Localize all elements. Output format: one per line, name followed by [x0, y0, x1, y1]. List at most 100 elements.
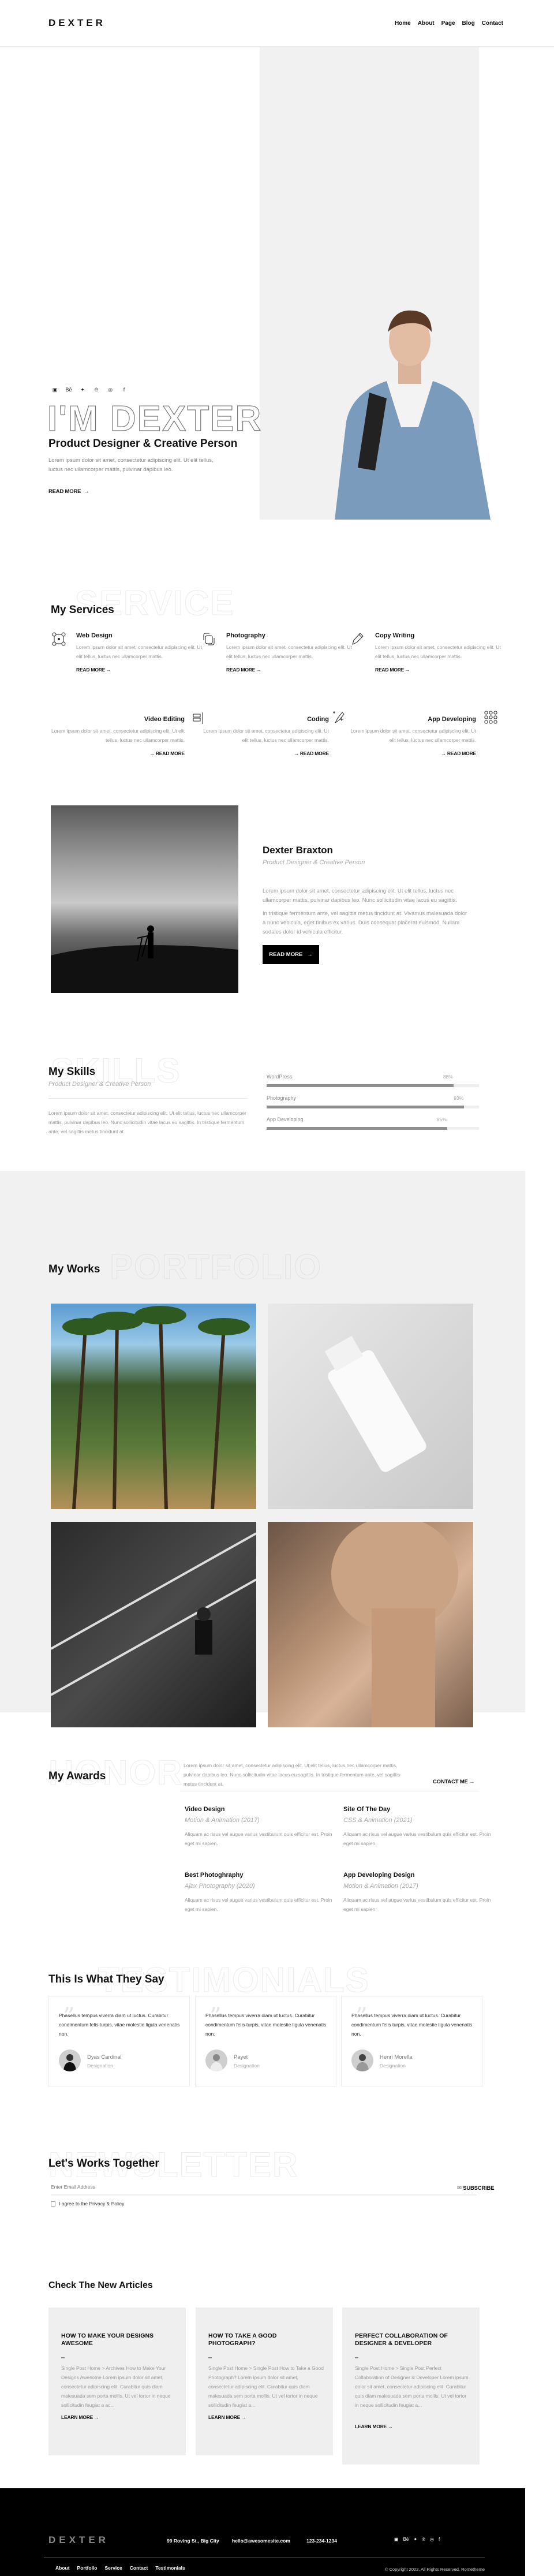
behance-icon[interactable]: Bē — [65, 386, 73, 394]
email-underline — [51, 2194, 477, 2196]
facebook-icon[interactable]: f — [120, 386, 128, 394]
skills-text: Lorem ipsum dolor sit amet, consectetur … — [48, 1110, 246, 1134]
skill-bar-track — [267, 1127, 479, 1130]
service-app-developing: App Developing Lorem ipsum dolor sit ame… — [346, 711, 499, 756]
avatar — [205, 2049, 227, 2071]
work-white-bottle[interactable] — [268, 1304, 473, 1509]
footer-phone[interactable]: 123-234-1234 — [306, 2538, 337, 2544]
footer-link-about[interactable]: About — [55, 2565, 70, 2571]
skills-title: My Skills — [48, 1066, 96, 1078]
skill-label: App Developing — [267, 1117, 304, 1122]
article-card[interactable]: HOW TO MAKE YOUR DESIGNS AWESOME Single … — [48, 2308, 186, 2455]
about-role: Product Designer & Creative Person — [263, 859, 365, 866]
service-text: Lorem ipsum dolor sit amet, consectetur … — [226, 644, 352, 659]
nav-contact[interactable]: Contact — [482, 20, 503, 27]
service-title: App Developing — [428, 716, 476, 723]
skill-bar-track — [267, 1106, 479, 1108]
youtube-icon[interactable]: ▣ — [51, 386, 59, 394]
service-read-more[interactable]: → READ MORE — [49, 751, 185, 756]
testimonial-designation: Designation — [87, 2063, 113, 2069]
article-title[interactable]: HOW TO TAKE A GOOD PHOTOGRAPH? — [208, 2332, 324, 2347]
service-read-more[interactable]: → READ MORE — [199, 751, 329, 756]
about-paragraph-2: In tristique fermentum ante, vel sagitti… — [263, 910, 467, 935]
learn-more-link[interactable]: LEARN MORE → — [61, 2414, 99, 2420]
testimonials-title: This Is What They Say — [48, 1973, 164, 1985]
contact-me-link[interactable]: CONTACT ME → — [433, 1779, 475, 1785]
skill-bar-fill — [267, 1084, 454, 1087]
mail-icon: ✉ — [457, 2185, 463, 2192]
nav-home[interactable]: Home — [395, 20, 411, 27]
service-title: Web Design — [76, 632, 113, 639]
web-design-icon — [52, 632, 66, 646]
dribbble-icon[interactable]: ◎ — [430, 2537, 434, 2542]
coding-icon — [333, 711, 345, 723]
behance-icon[interactable]: Bē — [403, 2537, 409, 2542]
pinterest-icon[interactable]: ℗ — [92, 386, 100, 394]
works-ghost-text: PORTFOLIO — [110, 1248, 322, 1287]
awards-title: My Awards — [48, 1770, 106, 1782]
nav-page[interactable]: Page — [441, 20, 455, 27]
skill-bar-fill — [267, 1127, 447, 1130]
facebook-icon[interactable]: f — [439, 2537, 440, 2542]
site-logo[interactable]: DEXTER — [48, 17, 106, 29]
skill-2: App Developing 85% — [267, 1117, 479, 1130]
twitter-icon[interactable]: ✦ — [413, 2537, 417, 2542]
footer-links: About Portfolio Service Contact Testimon… — [55, 2565, 185, 2571]
about-photo — [51, 805, 238, 993]
privacy-checkbox[interactable] — [51, 2201, 55, 2207]
service-text: Lorem ipsum dolor sit amet, consectetur … — [350, 728, 476, 743]
work-man-on-road[interactable] — [50, 1522, 257, 1727]
article-card[interactable]: PERFECT COLLABORATION OF DESIGNER & DEVE… — [342, 2308, 480, 2465]
article-excerpt: Single Post Home > Single Post How to Ta… — [208, 2365, 324, 2408]
service-text: Lorem ipsum dolor sit amet, consectetur … — [51, 728, 185, 743]
apps-grid-icon — [484, 711, 497, 724]
article-title[interactable]: HOW TO MAKE YOUR DESIGNS AWESOME — [61, 2332, 177, 2347]
skill-1: Photography 93% — [267, 1095, 479, 1108]
skill-bar-track — [267, 1084, 479, 1087]
footer-email[interactable]: hello@awesomesite.com — [232, 2538, 290, 2544]
awards-text: Lorem ipsum dolor sit amet, consectetur … — [184, 1763, 400, 1787]
service-read-more[interactable]: → READ MORE — [346, 751, 476, 756]
article-card[interactable]: HOW TO TAKE A GOOD PHOTOGRAPH? Single Po… — [196, 2308, 333, 2455]
arrow-right-icon: → — [307, 951, 313, 958]
palm-trees-photo — [62, 1306, 250, 1510]
service-read-more[interactable]: READ MORE → — [76, 667, 205, 673]
about-read-more-button[interactable]: READ MORE → — [263, 945, 319, 964]
woman-shadow-photo — [331, 1516, 458, 1727]
dribbble-icon[interactable]: ◎ — [106, 386, 114, 394]
read-more-label: READ MORE — [48, 488, 81, 495]
pencil-icon — [352, 633, 364, 645]
learn-more-link[interactable]: LEARN MORE → — [208, 2414, 246, 2420]
footer-link-service[interactable]: Service — [105, 2565, 122, 2571]
award-item: App Developing Design Motion & Animation … — [343, 1872, 491, 1912]
footer-link-portfolio[interactable]: Portfolio — [77, 2565, 98, 2571]
articles-title: Check The New Articles — [48, 2280, 153, 2290]
avatar — [351, 2049, 373, 2071]
work-woman-shadow[interactable] — [268, 1516, 473, 1727]
service-copy-writing: Copy Writing Lorem ipsum dolor sit amet,… — [351, 632, 504, 673]
article-title[interactable]: PERFECT COLLABORATION OF DESIGNER & DEVE… — [355, 2332, 470, 2347]
footer-link-contact[interactable]: Contact — [130, 2565, 148, 2571]
learn-more-link[interactable]: LEARN MORE → — [355, 2424, 393, 2429]
service-photography: Photography Lorem ipsum dolor sit amet, … — [202, 632, 355, 673]
youtube-icon[interactable]: ▣ — [394, 2537, 399, 2542]
newsletter-title: Let's Works Together — [48, 2157, 159, 2170]
footer-logo[interactable]: DEXTER — [48, 2534, 109, 2546]
twitter-icon[interactable]: ✦ — [78, 386, 87, 394]
article-excerpt: Single Post Home > Archives How to Make … — [61, 2365, 171, 2408]
service-title: Photography — [226, 632, 265, 639]
hero-text: Lorem ipsum dolor sit amet, consectetur … — [48, 457, 214, 473]
hero-read-more-link[interactable]: READ MORE → — [48, 488, 89, 495]
nav-blog[interactable]: Blog — [462, 20, 475, 27]
nav-about[interactable]: About — [418, 20, 435, 27]
subscribe-button[interactable]: ✉ SUBSCRIBE — [457, 2185, 495, 2192]
service-read-more[interactable]: READ MORE → — [226, 667, 355, 673]
footer-link-testimonials[interactable]: Testimonials — [155, 2565, 185, 2571]
service-read-more[interactable]: READ MORE → — [375, 667, 504, 673]
article-excerpt: Single Post Home > Single Post Perfect C… — [355, 2365, 469, 2408]
service-title: Copy Writing — [375, 632, 415, 639]
email-input[interactable] — [51, 2180, 455, 2194]
work-palm-trees[interactable] — [51, 1304, 256, 1510]
hero-subtitle: Product Designer & Creative Person — [48, 438, 238, 450]
pinterest-icon[interactable]: ℗ — [422, 2537, 425, 2542]
